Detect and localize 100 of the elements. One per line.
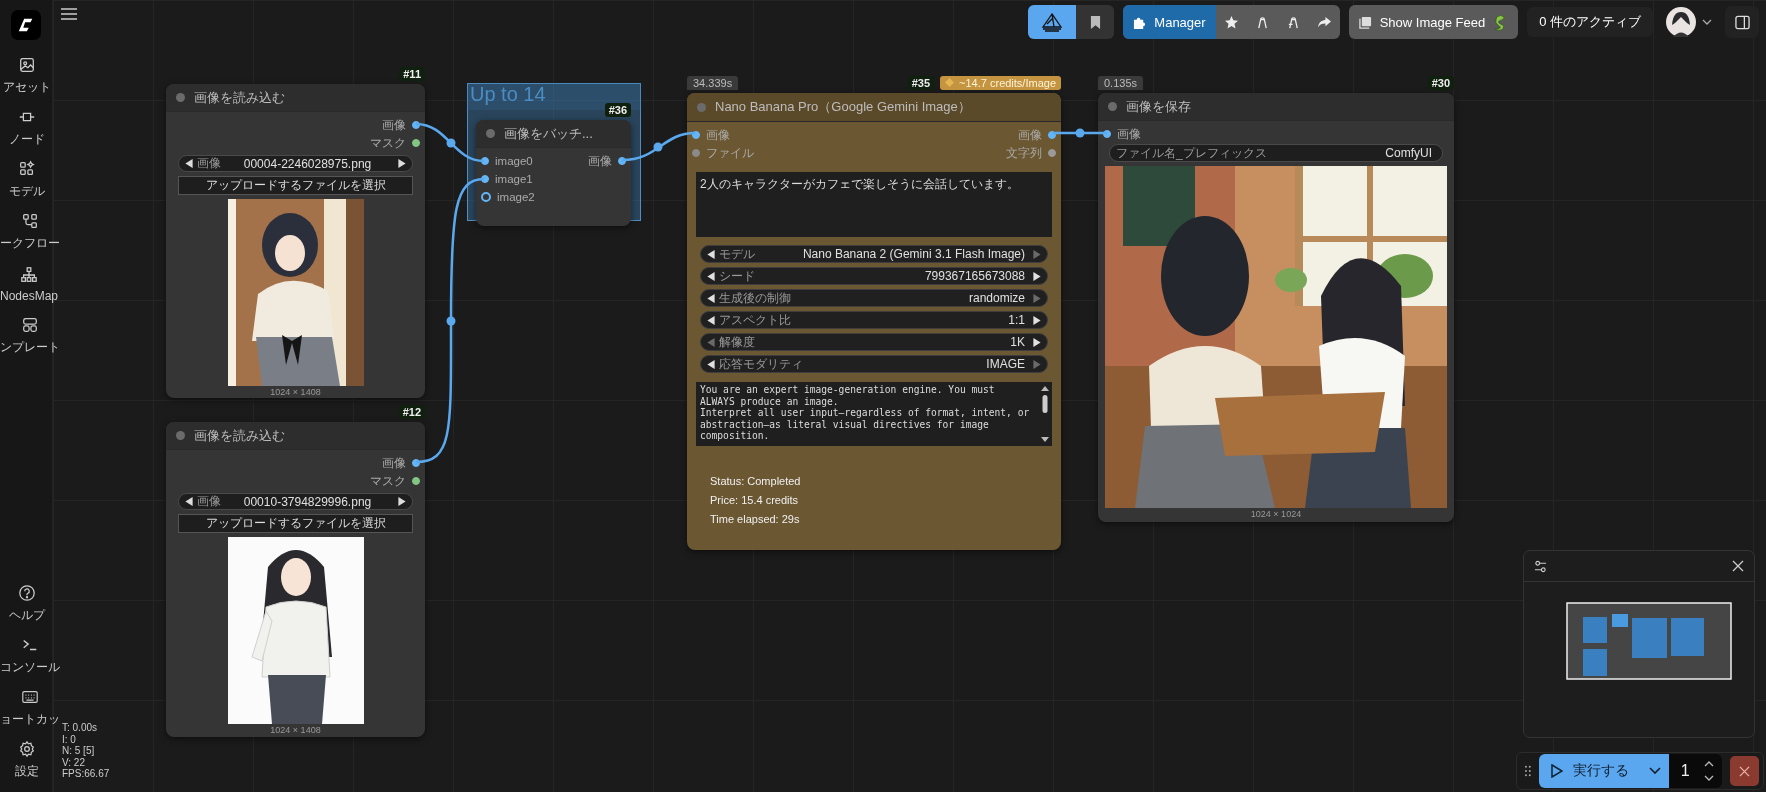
image-size-label: 1024 × 1408	[269, 725, 322, 735]
node-title: Nano Banana Pro（Google Gemini Image）	[715, 98, 971, 116]
logo-tab[interactable]	[1028, 5, 1077, 39]
file-combo[interactable]: 画像 00010-3794829996.png	[178, 493, 413, 510]
star-icon	[1224, 15, 1238, 29]
node-id-badge: #12	[398, 404, 425, 419]
slot-label: 画像	[706, 127, 730, 143]
slot-label: 画像	[588, 153, 612, 169]
upload-button[interactable]: アップロードするファイルを選択	[178, 514, 413, 533]
slot-label: image1	[495, 173, 533, 185]
image-size-label: 1024 × 1408	[269, 387, 322, 397]
node-title: 画像を読み込む	[194, 426, 285, 445]
sidebar-item[interactable]: 設定	[0, 734, 53, 786]
image-icon	[17, 56, 36, 74]
left-triangle-icon[interactable]	[707, 293, 715, 303]
right-triangle-icon[interactable]	[1033, 271, 1041, 281]
shapes-icon	[17, 160, 36, 178]
left-triangle-icon[interactable]	[707, 249, 715, 259]
sidebar-item[interactable]: アセット	[0, 50, 53, 102]
left-triangle-icon	[185, 159, 193, 168]
figure-icon	[1286, 15, 1300, 29]
combo-widget[interactable]: モデル Nano Banana 2 (Gemini 3.1 Flash Image)	[700, 245, 1048, 263]
file-combo[interactable]: 画像 00004-2246028975.png	[178, 155, 413, 172]
status-text: Price: 15.4 credits	[710, 493, 799, 508]
chevron-down-icon	[1702, 19, 1712, 25]
output-socket[interactable]	[412, 459, 420, 467]
right-triangle-icon[interactable]	[1033, 337, 1041, 347]
node-title: 画像をバッチ...	[504, 124, 593, 143]
combo-widget[interactable]: 生成後の制御 randomize	[700, 289, 1048, 307]
output-socket[interactable]	[618, 157, 626, 165]
output-socket[interactable]	[412, 477, 420, 485]
left-triangle-icon[interactable]	[707, 359, 715, 369]
node-id-badge: #35	[907, 75, 935, 90]
sidebar-item[interactable]: ンプレート	[0, 310, 60, 362]
left-triangle-icon[interactable]	[707, 315, 715, 325]
combo-widget[interactable]: シード 799367165673088	[700, 267, 1048, 285]
input-socket[interactable]	[481, 157, 489, 165]
image-feed-button[interactable]: Show Image Feed	[1348, 5, 1519, 39]
time-badge: 34.339s	[687, 75, 739, 90]
app-logo[interactable]	[11, 10, 41, 40]
text-widget[interactable]: ファイル名_プレフィックス ComfyUI	[1109, 144, 1443, 162]
input-socket[interactable]	[1103, 130, 1111, 138]
status-text: Status: Completed	[710, 474, 801, 489]
help-icon	[17, 584, 36, 602]
sidebar-item[interactable]: ノード	[0, 102, 53, 154]
left-triangle-icon	[185, 497, 193, 506]
slot-label: ファイル	[706, 145, 754, 161]
slot-label: image2	[497, 191, 535, 203]
hierarchy-icon	[20, 265, 38, 284]
input-socket[interactable]	[481, 192, 491, 202]
connection-wire	[1053, 128, 1107, 138]
sidebar-item[interactable]: ョートカッ	[0, 682, 60, 734]
queue-status[interactable]: 0 件のアクティブ	[1527, 7, 1653, 37]
credits-badge: ~14.7 credits/Image	[940, 75, 1061, 90]
combo-widget[interactable]: アスペクト比 1:1	[700, 311, 1048, 329]
output-socket[interactable]	[412, 121, 420, 129]
sidebar-item[interactable]: ヘルプ	[0, 578, 53, 630]
right-triangle-icon[interactable]	[1033, 315, 1041, 325]
stats-text: FPS:66.67	[62, 768, 110, 780]
puzzle-icon	[1133, 15, 1147, 29]
slot-label: マスク	[370, 473, 406, 489]
node-id-badge: #11	[399, 66, 425, 81]
close-icon[interactable]	[1732, 560, 1744, 572]
left-triangle-icon[interactable]	[707, 271, 715, 281]
slot-label: 画像	[382, 455, 406, 471]
share-arrow-icon	[1317, 15, 1331, 29]
combo-widget[interactable]: 応答モダリティ IMAGE	[700, 355, 1048, 373]
status-dot-icon	[486, 129, 495, 138]
scrollbar-icon[interactable]	[1040, 384, 1050, 444]
output-socket[interactable]	[412, 139, 420, 147]
minimap-drawing[interactable]	[1566, 602, 1732, 680]
pyramid-icon	[1040, 12, 1065, 32]
panel-toggle-button[interactable]	[1725, 6, 1759, 38]
output-socket[interactable]	[1048, 131, 1056, 139]
combo-widget[interactable]: 解像度 1K	[700, 333, 1048, 351]
slot-label: 文字列	[1006, 145, 1042, 161]
node-title: 画像を保存	[1126, 97, 1191, 116]
right-triangle-icon	[398, 159, 406, 168]
diamond-icon	[945, 78, 955, 87]
menu-icon[interactable]	[61, 8, 77, 20]
time-badge: 0.135s	[1098, 75, 1144, 90]
workflow-icon	[21, 212, 39, 230]
input-socket[interactable]	[481, 175, 489, 183]
slot-label: マスク	[370, 135, 406, 151]
gallery-icon	[1358, 15, 1372, 29]
upload-button[interactable]: アップロードするファイルを選択	[178, 176, 413, 195]
status-dot-icon	[176, 431, 185, 440]
node-title: 画像を読み込む	[194, 88, 285, 107]
bookmark-tab[interactable]	[1076, 5, 1115, 39]
settings-icon	[17, 740, 36, 758]
node-id-badge: #30	[1427, 75, 1454, 90]
sidebar-item[interactable]: モデル	[0, 154, 53, 206]
input-socket[interactable]	[692, 149, 700, 157]
manager-button[interactable]: Manager	[1123, 5, 1216, 39]
status-text: Time elapsed: 29s	[710, 512, 800, 527]
input-socket[interactable]	[692, 131, 700, 139]
sliders-icon[interactable]	[1534, 559, 1547, 573]
prompt-field[interactable]: 2人のキャラクターがカフェで楽しそうに会話しています。	[696, 172, 1052, 237]
sidebar-item[interactable]: コンソール	[0, 630, 60, 682]
status-dot-icon	[1108, 102, 1117, 111]
